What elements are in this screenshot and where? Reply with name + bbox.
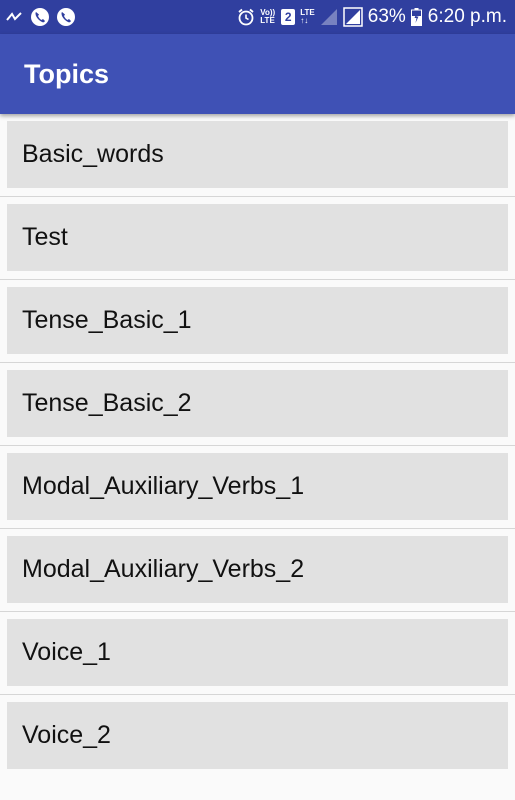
- list-item: Modal_Auxiliary_Verbs_2: [0, 529, 515, 612]
- signal-icon: [320, 8, 338, 26]
- signal-icon: [343, 7, 363, 27]
- missed-call-icon: [6, 10, 24, 24]
- list-item: Voice_1: [0, 612, 515, 695]
- list-item: Voice_2: [0, 695, 515, 778]
- topic-label: Tense_Basic_1: [22, 306, 192, 334]
- topic-label: Voice_1: [22, 638, 111, 666]
- alarm-icon: [237, 8, 255, 26]
- topic-label: Basic_words: [22, 140, 164, 168]
- topic-item-modal-auxiliary-verbs-2[interactable]: Modal_Auxiliary_Verbs_2: [7, 536, 508, 603]
- topic-item-basic-words[interactable]: Basic_words: [7, 121, 508, 188]
- clock-time: 6:20 p.m.: [427, 6, 507, 27]
- volte-icon: Vo)) LTE: [260, 9, 275, 25]
- topic-label: Test: [22, 223, 68, 251]
- topic-label: Modal_Auxiliary_Verbs_2: [22, 555, 305, 583]
- topic-item-tense-basic-1[interactable]: Tense_Basic_1: [7, 287, 508, 354]
- topic-item-voice-2[interactable]: Voice_2: [7, 702, 508, 769]
- list-item: Tense_Basic_2: [0, 363, 515, 446]
- topic-label: Tense_Basic_2: [22, 389, 192, 417]
- topic-item-voice-1[interactable]: Voice_1: [7, 619, 508, 686]
- topic-label: Voice_2: [22, 721, 111, 749]
- list-item: Basic_words: [0, 114, 515, 197]
- list-item: Tense_Basic_1: [0, 280, 515, 363]
- lte-icon: LTE ↑↓: [300, 8, 315, 25]
- volte-label-bottom: LTE: [260, 16, 275, 25]
- status-left: [6, 7, 82, 27]
- topic-item-test[interactable]: Test: [7, 204, 508, 271]
- battery-percent: 63%: [367, 6, 406, 27]
- app-bar: Topics: [0, 34, 515, 114]
- topic-label: Modal_Auxiliary_Verbs_1: [22, 472, 305, 500]
- battery-icon: [410, 8, 422, 26]
- sim-icon: 2: [281, 9, 296, 25]
- list-item: Test: [0, 197, 515, 280]
- topic-item-modal-auxiliary-verbs-1[interactable]: Modal_Auxiliary_Verbs_1: [7, 453, 508, 520]
- list-item: Modal_Auxiliary_Verbs_1: [0, 446, 515, 529]
- phone-icon: [56, 7, 76, 27]
- status-right: Vo)) LTE 2 LTE ↑↓ 63% 6:20 p.m.: [232, 6, 507, 28]
- topic-list: Basic_words Test Tense_Basic_1 Tense_Bas…: [0, 114, 515, 778]
- page-title: Topics: [24, 58, 110, 89]
- topic-item-tense-basic-2[interactable]: Tense_Basic_2: [7, 370, 508, 437]
- phone-icon: [30, 7, 50, 27]
- status-bar: Vo)) LTE 2 LTE ↑↓ 63% 6:20 p.m.: [0, 0, 515, 34]
